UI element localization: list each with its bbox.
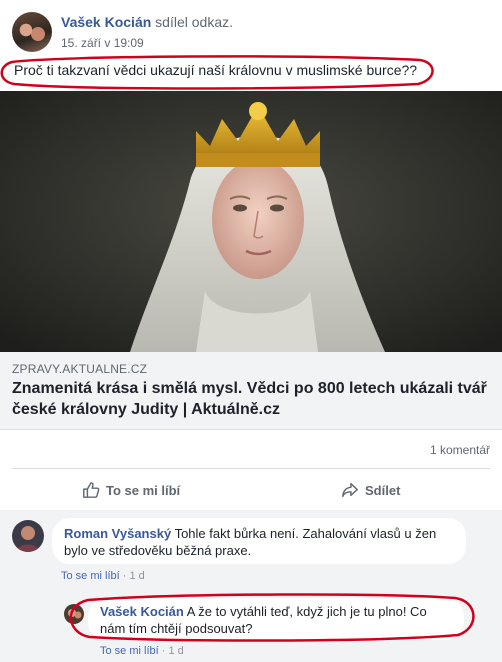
reply-meta: To se mi líbí · 1 d [100, 645, 184, 657]
like-button[interactable]: To se mi líbí [82, 472, 180, 508]
comments-section: Roman Vyšanský Tohle fakt bůrka není. Za… [0, 510, 502, 662]
reply-author[interactable]: Vašek Kocián [100, 604, 184, 619]
share-label: Sdílet [365, 482, 401, 498]
reply-avatar[interactable] [64, 604, 84, 624]
post-card: Vašek Kocián sdílel odkaz. 15. září v 19… [0, 0, 502, 662]
author-action: sdílel odkaz. [155, 14, 233, 30]
thumbs-up-icon [83, 482, 100, 498]
link-domain: ZPRAVY.AKTUALNE.CZ [12, 362, 148, 376]
comment-like-link[interactable]: To se mi líbí [61, 570, 120, 582]
reply-age[interactable]: 1 d [168, 645, 183, 657]
comment-bubble: Roman Vyšanský Tohle fakt bůrka není. Za… [52, 518, 466, 564]
comment-avatar[interactable] [12, 520, 44, 552]
share-arrow-icon [342, 482, 358, 498]
comment-author[interactable]: Roman Vyšanský [64, 526, 171, 541]
reply-bubble: Vašek Kocián A že to vytáhli teď, když j… [88, 598, 464, 640]
post-timestamp[interactable]: 15. září v 19:09 [61, 36, 144, 50]
link-title[interactable]: Znamenitá krása i smělá mysl. Vědci po 8… [12, 378, 496, 420]
comment-age[interactable]: 1 d [129, 570, 144, 582]
divider [12, 468, 490, 469]
comment-meta: To se mi líbí · 1 d [61, 570, 145, 582]
author-line: Vašek Kocián sdílel odkaz. [61, 14, 233, 30]
comment-count[interactable]: 1 komentář [430, 443, 490, 457]
like-label: To se mi líbí [106, 482, 181, 498]
link-preview-meta[interactable]: ZPRAVY.AKTUALNE.CZ Znamenitá krása i smě… [0, 352, 502, 430]
reply-like-link[interactable]: To se mi líbí [100, 645, 159, 657]
link-preview-image[interactable] [0, 91, 502, 352]
queen-portrait-image [0, 91, 502, 352]
author-name[interactable]: Vašek Kocián [61, 14, 151, 30]
author-avatar[interactable] [12, 12, 52, 52]
share-button[interactable]: Sdílet [341, 472, 400, 508]
post-text: Proč ti takzvaní vědci ukazují naší král… [14, 62, 418, 78]
